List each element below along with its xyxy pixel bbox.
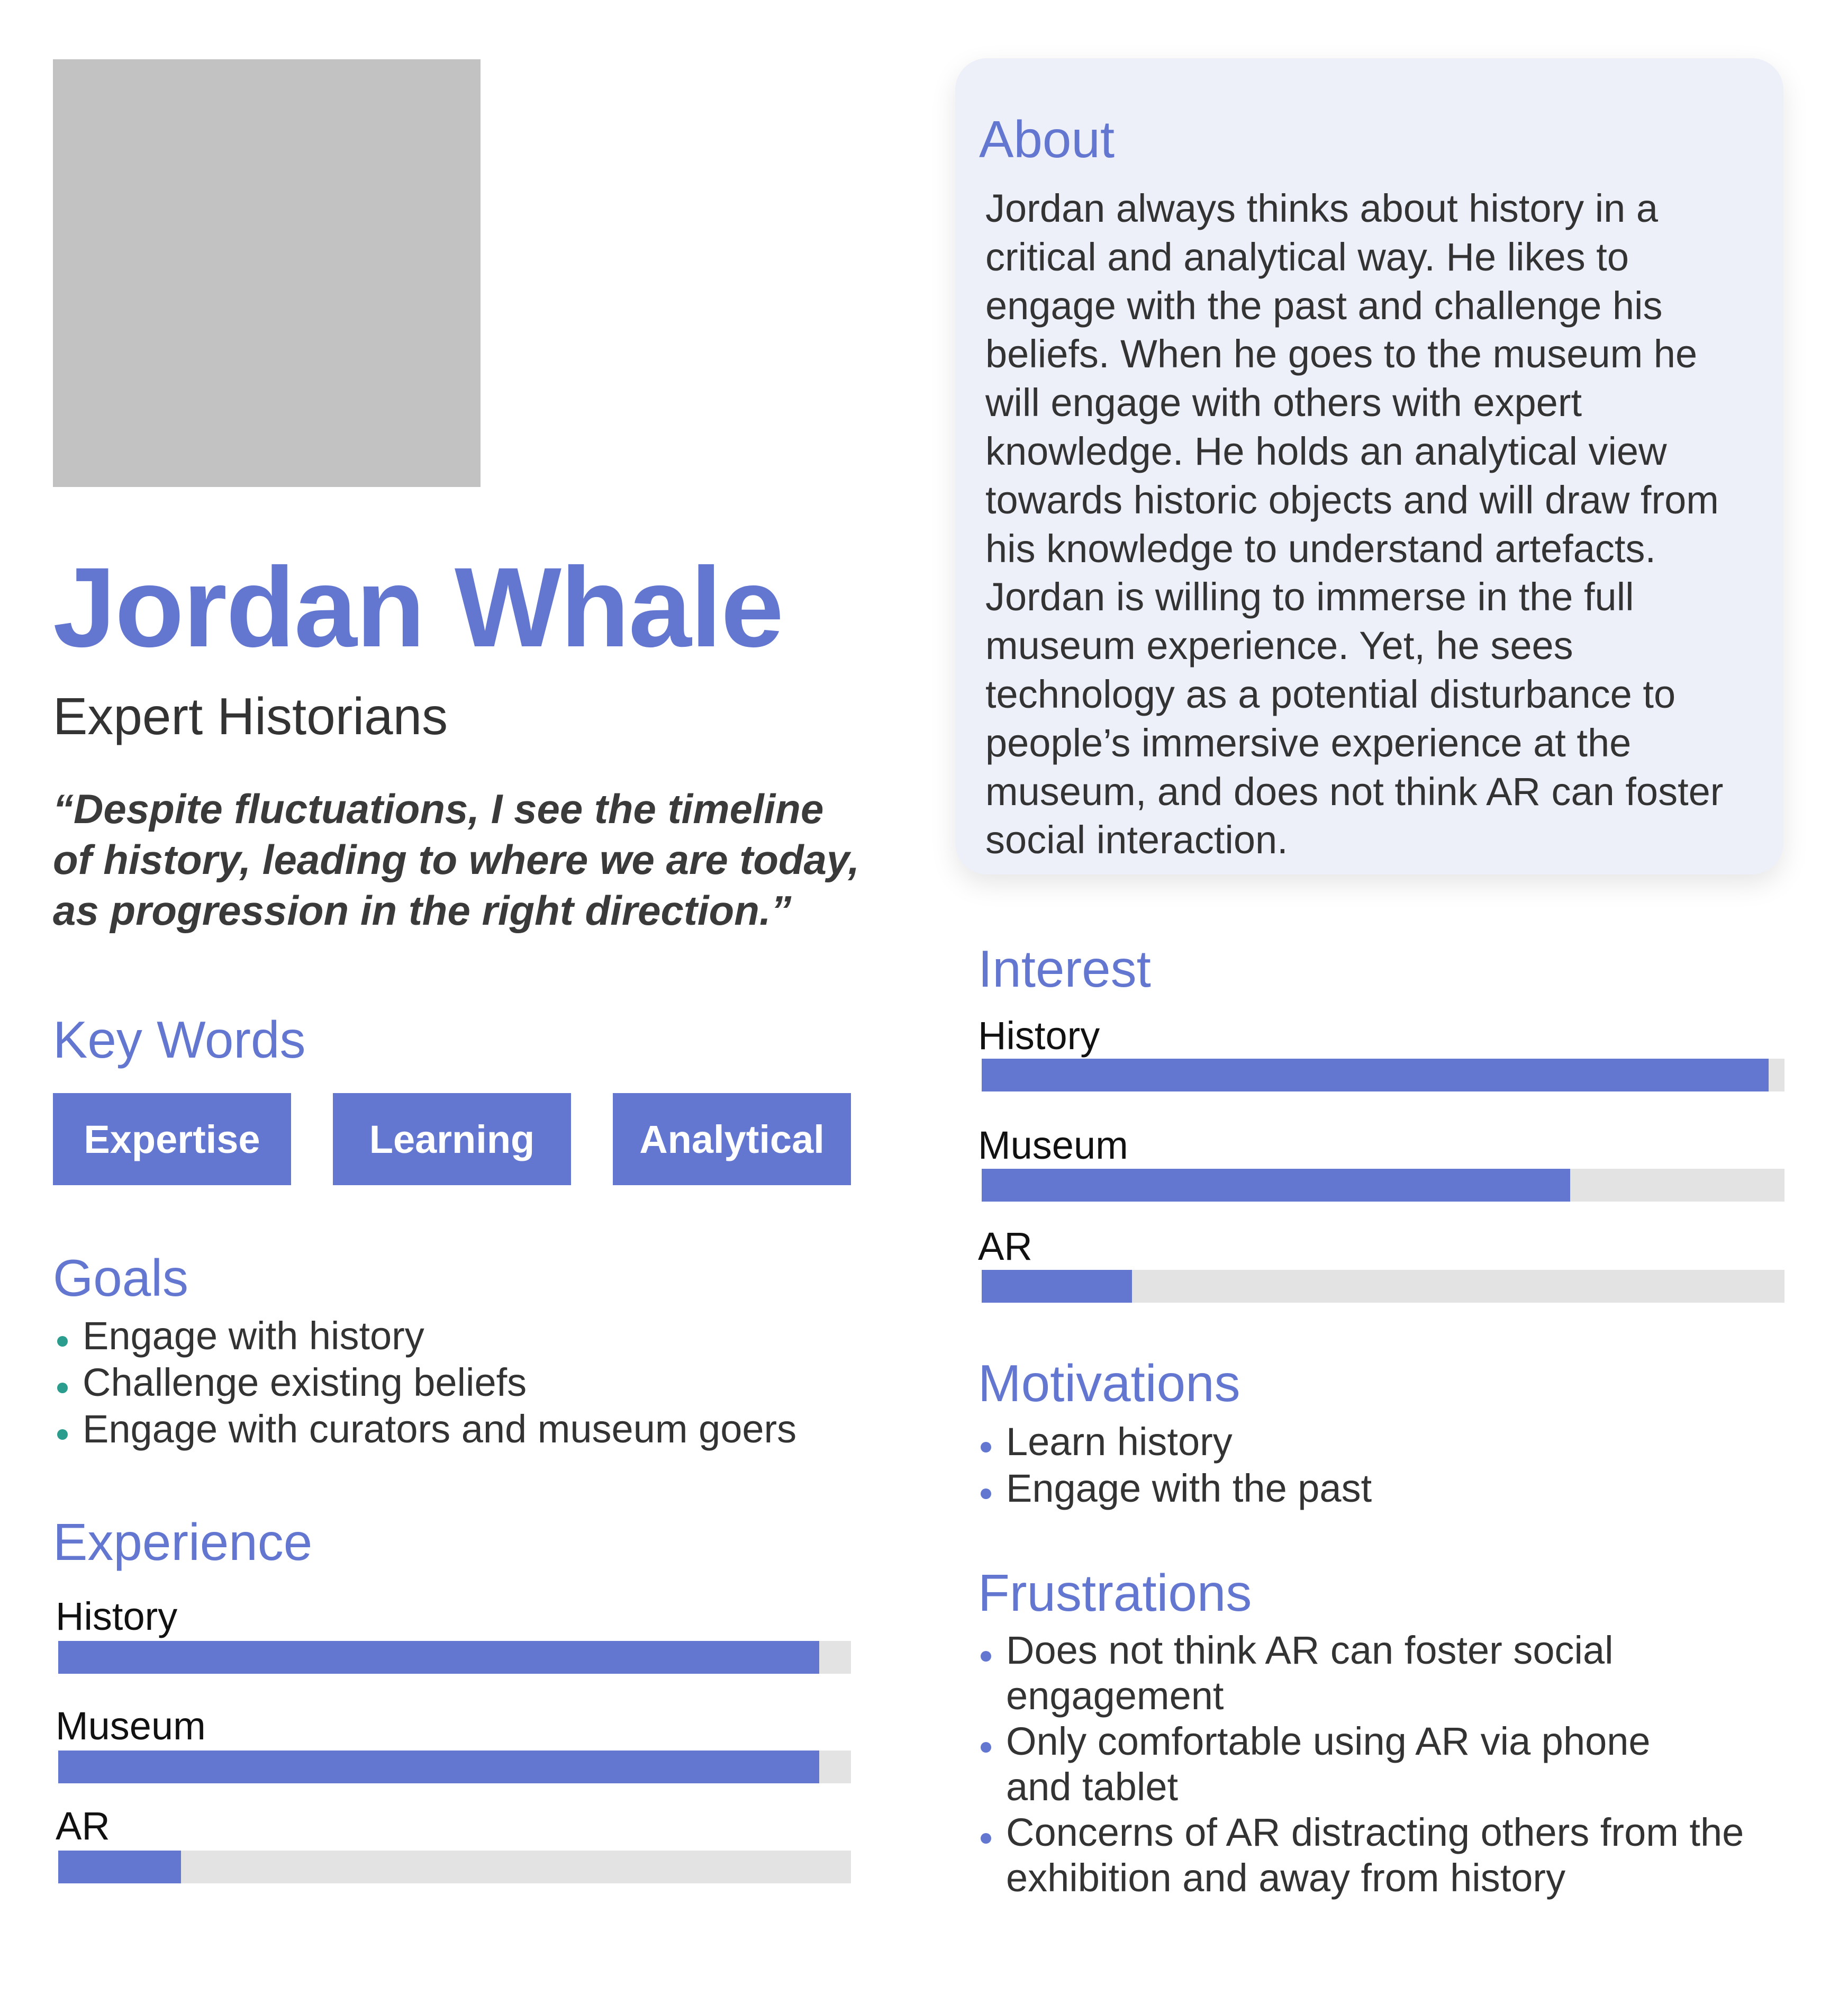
frustrations-heading: Frustrations <box>978 1564 1252 1622</box>
frustration-line: and tablet <box>1006 1765 1179 1809</box>
frustration-item: Only comfortable using AR via phone and … <box>976 1719 1770 1810</box>
experience-ar-bar <box>58 1851 851 1883</box>
about-line: knowledge. He holds an analytical view <box>985 429 1667 473</box>
goal-item: Engage with history <box>53 1313 889 1359</box>
about-line: social interaction. <box>985 818 1288 862</box>
experience-museum-fill <box>58 1751 820 1783</box>
about-line: museum experience. Yet, he sees <box>985 624 1573 668</box>
profile-photo-placeholder <box>53 59 481 487</box>
interest-history-fill <box>982 1059 1769 1091</box>
interest-ar-label: AR <box>978 1224 1032 1268</box>
keyword-tag-expertise: Expertise <box>53 1093 291 1185</box>
about-line: technology as a potential disturbance to <box>985 672 1676 716</box>
goal-item: Challenge existing beliefs <box>53 1359 889 1406</box>
about-line: Jordan always thinks about history in a <box>985 186 1659 230</box>
experience-ar-label: AR <box>56 1804 110 1848</box>
frustration-item: Concerns of AR distracting others from t… <box>976 1810 1770 1901</box>
experience-heading: Experience <box>53 1513 313 1571</box>
interest-ar-fill <box>982 1270 1132 1303</box>
motivation-item: Engage with the past <box>976 1465 1770 1512</box>
about-line: towards historic objects and will draw f… <box>985 477 1719 522</box>
experience-museum-label: Museum <box>56 1704 206 1748</box>
persona-quote: “Despite fluctuations, I see the timelin… <box>53 783 878 936</box>
about-line: Jordan is willing to immerse in the full <box>985 575 1634 619</box>
experience-history-fill <box>58 1641 820 1674</box>
interest-ar-bar <box>982 1270 1784 1303</box>
goal-item: Engage with curators and museum goers <box>53 1406 889 1452</box>
persona-name: Jordan Whale <box>53 544 784 671</box>
frustrations-list: Does not think AR can foster social enga… <box>976 1628 1770 1901</box>
motivations-list: Learn history Engage with the past <box>976 1419 1770 1512</box>
experience-history-bar <box>58 1641 851 1674</box>
interest-heading: Interest <box>978 940 1151 998</box>
about-line: beliefs. When he goes to the museum he <box>985 332 1698 376</box>
experience-ar-fill <box>58 1851 182 1883</box>
frustration-line: exhibition and away from history <box>1006 1856 1566 1900</box>
interest-museum-label: Museum <box>978 1123 1128 1167</box>
keyword-tag-analytical: Analytical <box>613 1093 851 1185</box>
quote-line: “Despite fluctuations, I see the timelin… <box>53 786 824 832</box>
frustration-item: Does not think AR can foster social enga… <box>976 1628 1770 1719</box>
about-line: will engage with others with expert <box>985 381 1582 425</box>
frustration-line: Does not think AR can foster social <box>1006 1628 1614 1672</box>
persona-role: Expert Historians <box>53 687 448 745</box>
key-words-heading: Key Words <box>53 1010 306 1069</box>
quote-line: of history, leading to where we are toda… <box>53 836 860 883</box>
frustration-line: Concerns of AR distracting others from t… <box>1006 1810 1744 1854</box>
about-line: critical and analytical way. He likes to <box>985 234 1629 279</box>
motivation-item: Learn history <box>976 1419 1770 1465</box>
motivations-heading: Motivations <box>978 1354 1240 1412</box>
experience-history-label: History <box>56 1594 178 1638</box>
about-line: people’s immersive experience at the <box>985 720 1632 765</box>
frustration-line: engagement <box>1006 1674 1224 1718</box>
about-line: his knowledge to understand artefacts. <box>985 526 1656 571</box>
interest-museum-fill <box>982 1169 1570 1202</box>
quote-line: as progression in the right direction.” <box>53 887 792 934</box>
interest-history-label: History <box>978 1014 1100 1058</box>
goals-list: Engage with history Challenge existing b… <box>53 1313 889 1452</box>
experience-museum-bar <box>58 1751 851 1783</box>
about-text: Jordan always thinks about history in a … <box>985 184 1769 864</box>
about-line: engage with the past and challenge his <box>985 283 1663 328</box>
interest-history-bar <box>982 1059 1784 1091</box>
goals-heading: Goals <box>53 1249 189 1307</box>
frustration-line: Only comfortable using AR via phone <box>1006 1719 1651 1763</box>
keyword-tag-learning: Learning <box>333 1093 571 1185</box>
interest-museum-bar <box>982 1169 1784 1202</box>
about-heading: About <box>979 110 1115 168</box>
about-line: museum, and does not think AR can foster <box>985 769 1724 814</box>
